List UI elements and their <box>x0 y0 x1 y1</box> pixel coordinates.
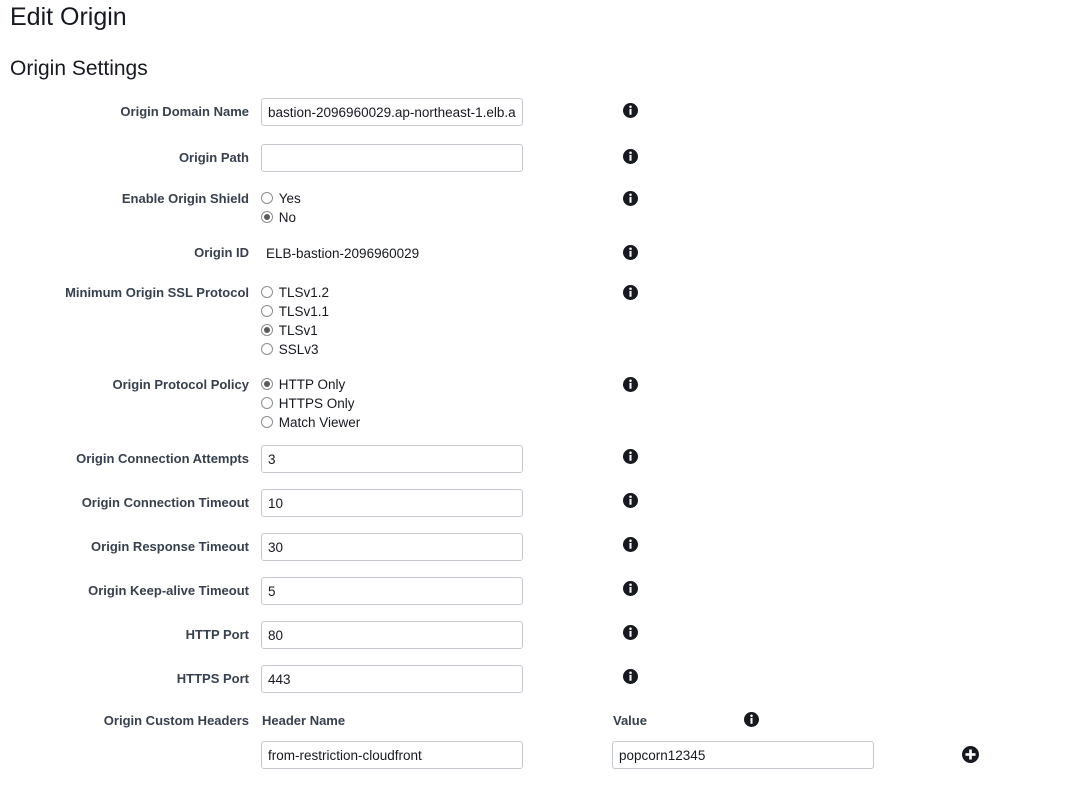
radio-ssl-sslv3[interactable]: SSLv3 <box>261 340 329 359</box>
radio-origin-shield-yes[interactable]: Yes <box>261 189 301 208</box>
label-origin-connection-attempts: Origin Connection Attempts <box>76 451 249 466</box>
info-icon[interactable] <box>623 191 638 206</box>
label-http-port: HTTP Port <box>185 627 249 642</box>
info-icon[interactable] <box>623 149 638 164</box>
radio-label: Yes <box>278 191 301 206</box>
info-icon[interactable] <box>623 493 638 508</box>
label-origin-response-timeout: Origin Response Timeout <box>91 539 249 554</box>
radio-protocol-http-only[interactable]: HTTP Only <box>261 375 360 394</box>
radio-input[interactable] <box>261 286 273 298</box>
radio-label: TLSv1.2 <box>278 285 330 300</box>
label-enable-origin-shield: Enable Origin Shield <box>121 191 249 206</box>
origin-domain-name-input[interactable] <box>261 98 523 126</box>
info-icon[interactable] <box>623 103 638 118</box>
origin-keep-alive-timeout-input[interactable] <box>261 577 523 605</box>
label-origin-connection-timeout: Origin Connection Timeout <box>81 495 249 510</box>
enable-origin-shield-radio-group[interactable]: Yes No <box>261 189 301 227</box>
origin-path-input[interactable] <box>261 144 523 172</box>
radio-input[interactable] <box>261 192 273 204</box>
http-port-input[interactable] <box>261 621 523 649</box>
label-origin-custom-headers: Origin Custom Headers <box>103 713 249 728</box>
origin-protocol-policy-radio-group[interactable]: HTTP Only HTTPS Only Match Viewer <box>261 375 360 432</box>
radio-ssl-tlsv1[interactable]: TLSv1 <box>261 321 329 340</box>
info-icon[interactable] <box>623 669 638 684</box>
radio-label: TLSv1.1 <box>278 304 330 319</box>
origin-connection-attempts-input[interactable] <box>261 445 523 473</box>
custom-header-name-input[interactable] <box>261 741 523 769</box>
radio-label: SSLv3 <box>278 342 319 357</box>
radio-label: HTTPS Only <box>278 396 355 411</box>
radio-label: TLSv1 <box>278 323 318 338</box>
info-icon[interactable] <box>623 625 638 640</box>
info-icon[interactable] <box>623 537 638 552</box>
info-icon[interactable] <box>744 712 759 727</box>
radio-origin-shield-no[interactable]: No <box>261 208 301 227</box>
info-icon[interactable] <box>623 285 638 300</box>
radio-label: HTTP Only <box>278 377 346 392</box>
radio-protocol-match-viewer[interactable]: Match Viewer <box>261 413 360 432</box>
radio-input[interactable] <box>261 397 273 409</box>
info-icon[interactable] <box>623 245 638 260</box>
section-title-origin-settings: Origin Settings <box>10 57 148 80</box>
label-https-port: HTTPS Port <box>176 671 249 686</box>
label-minimum-origin-ssl-protocol: Minimum Origin SSL Protocol <box>65 285 249 300</box>
radio-input[interactable] <box>261 305 273 317</box>
label-origin-id: Origin ID <box>194 245 249 260</box>
radio-input[interactable] <box>261 343 273 355</box>
radio-label: Match Viewer <box>278 415 361 430</box>
radio-input[interactable] <box>261 211 273 223</box>
info-icon[interactable] <box>623 377 638 392</box>
origin-connection-timeout-input[interactable] <box>261 489 523 517</box>
radio-label: No <box>278 210 297 225</box>
radio-protocol-https-only[interactable]: HTTPS Only <box>261 394 360 413</box>
https-port-input[interactable] <box>261 665 523 693</box>
radio-ssl-tlsv11[interactable]: TLSv1.1 <box>261 302 329 321</box>
column-header-value: Value <box>613 713 647 728</box>
page-title: Edit Origin <box>10 3 127 31</box>
radio-ssl-tlsv12[interactable]: TLSv1.2 <box>261 283 329 302</box>
minimum-origin-ssl-protocol-radio-group[interactable]: TLSv1.2 TLSv1.1 TLSv1 SSLv3 <box>261 283 329 359</box>
radio-input[interactable] <box>261 416 273 428</box>
radio-input[interactable] <box>261 324 273 336</box>
label-origin-path: Origin Path <box>178 150 249 165</box>
info-icon[interactable] <box>623 581 638 596</box>
label-origin-keep-alive-timeout: Origin Keep-alive Timeout <box>88 583 249 598</box>
info-icon[interactable] <box>623 449 638 464</box>
radio-input[interactable] <box>261 378 273 390</box>
label-origin-domain-name: Origin Domain Name <box>120 104 249 119</box>
label-origin-protocol-policy: Origin Protocol Policy <box>112 377 249 392</box>
custom-header-value-input[interactable] <box>612 741 874 769</box>
origin-response-timeout-input[interactable] <box>261 533 523 561</box>
column-header-header-name: Header Name <box>262 713 346 728</box>
origin-id-value: ELB-bastion-2096960029 <box>266 246 420 261</box>
add-custom-header-button[interactable] <box>962 746 979 763</box>
